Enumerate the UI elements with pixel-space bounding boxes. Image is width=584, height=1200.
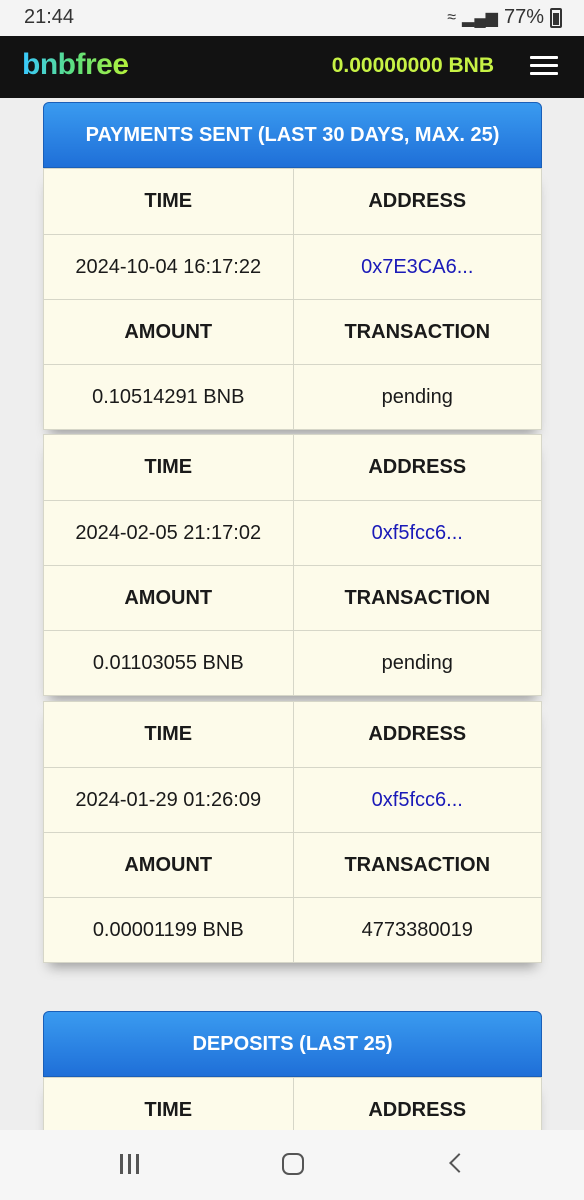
payment-transaction: pending <box>292 631 542 695</box>
col-transaction-header: TRANSACTION <box>292 566 542 630</box>
logo[interactable]: bnbfree <box>22 48 129 82</box>
deposits-section-title: DEPOSITS (LAST 25) <box>43 1011 542 1077</box>
table-row: 2024-02-05 21:17:02 0xf5fcc6... <box>44 500 541 565</box>
status-indicators: ≈ ▂▄▆ 77% <box>447 6 562 29</box>
col-transaction-header: TRANSACTION <box>292 300 542 364</box>
payment-amount: 0.00001199 BNB <box>92 918 244 941</box>
app-header: bnbfree 0.00000000 BNB <box>0 36 584 98</box>
payment-transaction: 4773380019 <box>292 898 542 962</box>
table-header-row: TIME ADDRESS <box>44 169 541 234</box>
payments-section-title: PAYMENTS SENT (LAST 30 DAYS, MAX. 25) <box>43 102 542 168</box>
table-header-row: TIME ADDRESS <box>44 1078 541 1130</box>
payments-title: PAYMENTS SENT (LAST 30 DAYS, MAX. 25) <box>85 123 500 146</box>
col-time-header: TIME <box>144 723 193 745</box>
table-header-row: AMOUNT TRANSACTION <box>44 299 541 364</box>
col-address-header: ADDRESS <box>292 169 542 234</box>
battery-icon <box>550 7 562 28</box>
table-row: 2024-01-29 01:26:09 0xf5fcc6... <box>44 767 541 832</box>
table-row: 0.00001199 BNB 4773380019 <box>44 897 541 962</box>
home-icon[interactable] <box>273 1150 313 1180</box>
table-row: 0.01103055 BNB pending <box>44 630 541 695</box>
status-time: 21:44 <box>24 6 75 28</box>
status-bar: 21:44 ≈ ▂▄▆ 77% <box>0 0 584 36</box>
recent-apps-icon[interactable] <box>110 1150 150 1180</box>
payment-card: TIME ADDRESS 2024-10-04 16:17:22 0x7E3CA… <box>43 168 542 430</box>
payment-amount: 0.10514291 BNB <box>92 385 245 408</box>
payment-address-link[interactable]: 0x7E3CA6... <box>292 235 542 299</box>
col-time-header: TIME <box>144 190 193 212</box>
payment-time: 2024-02-05 21:17:02 <box>75 521 262 544</box>
col-amount-header: AMOUNT <box>124 853 213 876</box>
col-transaction-header: TRANSACTION <box>292 833 542 897</box>
col-amount-header: AMOUNT <box>124 586 213 609</box>
table-header-row: AMOUNT TRANSACTION <box>44 565 541 630</box>
payment-time: 2024-01-29 01:26:09 <box>75 788 262 811</box>
payment-card: TIME ADDRESS 2024-01-29 01:26:09 0xf5fcc… <box>43 701 542 963</box>
system-nav-bar <box>0 1130 584 1200</box>
wifi-icon: ≈ <box>447 8 457 26</box>
signal-icon: ▂▄▆ <box>462 9 498 27</box>
table-header-row: TIME ADDRESS <box>44 702 541 767</box>
col-address-header: ADDRESS <box>292 435 542 500</box>
col-time-header: TIME <box>144 456 193 478</box>
col-time-header: TIME <box>144 1099 193 1121</box>
battery-level: 77% <box>503 6 544 28</box>
payment-transaction: pending <box>292 365 542 429</box>
payment-address-link[interactable]: 0xf5fcc6... <box>292 501 542 565</box>
menu-icon[interactable] <box>530 54 558 78</box>
col-address-header: ADDRESS <box>292 702 542 767</box>
deposits-title: DEPOSITS (LAST 25) <box>192 1032 393 1055</box>
header-balance: 0.00000000 BNB <box>331 54 494 77</box>
col-amount-header: AMOUNT <box>124 320 213 343</box>
table-header-row: AMOUNT TRANSACTION <box>44 832 541 897</box>
payment-amount: 0.01103055 BNB <box>92 651 244 674</box>
table-row: 0.10514291 BNB pending <box>44 364 541 429</box>
deposits-card: TIME ADDRESS <box>43 1077 542 1130</box>
main-content: PAYMENTS SENT (LAST 30 DAYS, MAX. 25) TI… <box>0 98 584 1130</box>
col-address-header: ADDRESS <box>292 1078 542 1130</box>
payment-card: TIME ADDRESS 2024-02-05 21:17:02 0xf5fcc… <box>43 434 542 696</box>
table-row: 2024-10-04 16:17:22 0x7E3CA6... <box>44 234 541 299</box>
table-header-row: TIME ADDRESS <box>44 435 541 500</box>
payment-time: 2024-10-04 16:17:22 <box>75 255 262 278</box>
payment-address-link[interactable]: 0xf5fcc6... <box>292 768 542 832</box>
back-icon[interactable] <box>438 1150 478 1180</box>
